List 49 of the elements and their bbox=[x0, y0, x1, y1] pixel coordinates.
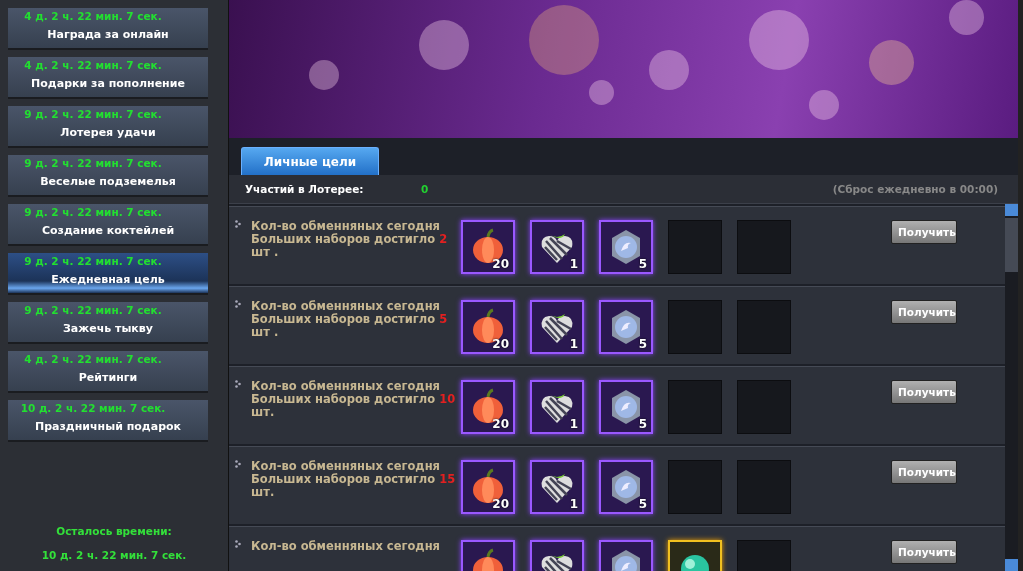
tab[interactable]: Личные цели bbox=[241, 147, 379, 175]
item-count: 5 bbox=[638, 257, 647, 271]
sidebar-item[interactable]: 9 д. 2 ч. 22 мин. 7 сек. Создание коктейлей bbox=[8, 204, 208, 246]
goal-text: Кол-во обменняных сегодня Больших наборов достигло 5 шт . bbox=[251, 300, 449, 339]
sidebar-item[interactable]: 9 д. 2 ч. 22 мин. 7 сек. Ежедневная цель bbox=[8, 253, 208, 295]
bullet-icon bbox=[235, 300, 241, 308]
sidebar-item[interactable]: 10 д. 2 ч. 22 мин. 7 сек. Праздничный подарок bbox=[8, 400, 208, 442]
item-count: 1 bbox=[569, 417, 578, 431]
sidebar-item[interactable]: 9 д. 2 ч. 22 мин. 7 сек. Веселые подземелья bbox=[8, 155, 208, 197]
lottery-label: Участий в Лотерее: bbox=[245, 183, 365, 195]
scroll-down-icon[interactable] bbox=[1005, 559, 1018, 571]
goal-text: Кол-во обменняных сегодня Больших наборов достигло 15 шт. bbox=[251, 460, 457, 499]
goal-text: Кол-во обменняных сегодня bbox=[251, 540, 441, 553]
item-count: 20 bbox=[492, 497, 509, 511]
goal-text: Кол-во обменняных сегодня Больших наборов достигло 10 шт. bbox=[251, 380, 457, 419]
sidebar-item[interactable]: 9 д. 2 ч. 22 мин. 7 сек. Лотерея удачи bbox=[8, 106, 208, 148]
remaining-label: Осталось времени: bbox=[56, 525, 172, 537]
lottery-count: 0 bbox=[421, 183, 429, 195]
remaining-time: 10 д. 2 ч. 22 мин. 7 сек. bbox=[41, 549, 187, 561]
item-count: 20 bbox=[492, 257, 509, 271]
empty-slot bbox=[737, 220, 791, 274]
item-count: 5 bbox=[638, 337, 647, 351]
sidebar-item[interactable]: 4 д. 2 ч. 22 мин. 7 сек. Награда за онлайн bbox=[8, 8, 208, 50]
empty-slot bbox=[668, 460, 722, 514]
empty-slot bbox=[668, 380, 722, 434]
scroll-up-icon[interactable] bbox=[1005, 204, 1018, 216]
item-count: 1 bbox=[569, 257, 578, 271]
scrollbar[interactable] bbox=[1005, 204, 1018, 571]
bullet-icon bbox=[235, 460, 241, 468]
bullet-icon bbox=[235, 540, 241, 548]
sidebar-item[interactable]: 4 д. 2 ч. 22 мин. 7 сек. Рейтинги bbox=[8, 351, 208, 393]
empty-slot bbox=[737, 380, 791, 434]
reset-note: (Сброс ежедневно в 00:00) bbox=[832, 183, 998, 195]
bullet-icon bbox=[235, 380, 241, 388]
empty-slot bbox=[737, 300, 791, 354]
item-count: 1 bbox=[569, 337, 578, 351]
item-count: 1 bbox=[569, 497, 578, 511]
item-count: 20 bbox=[492, 337, 509, 351]
bullet-icon bbox=[235, 220, 241, 228]
goal-text: Кол-во обменняных сегодня Больших наборов достигло 2 шт . bbox=[251, 220, 449, 259]
empty-slot bbox=[737, 460, 791, 514]
item-count: 5 bbox=[638, 497, 647, 511]
empty-slot bbox=[668, 220, 722, 274]
scroll-thumb[interactable] bbox=[1005, 218, 1018, 272]
item-count: 20 bbox=[492, 417, 509, 431]
sidebar-item[interactable]: 9 д. 2 ч. 22 мин. 7 сек. Зажечь тыкву bbox=[8, 302, 208, 344]
item-count: 5 bbox=[638, 417, 647, 431]
empty-slot bbox=[668, 300, 722, 354]
sidebar-item[interactable]: 4 д. 2 ч. 22 мин. 7 сек. Подарки за пополнение bbox=[8, 57, 208, 99]
